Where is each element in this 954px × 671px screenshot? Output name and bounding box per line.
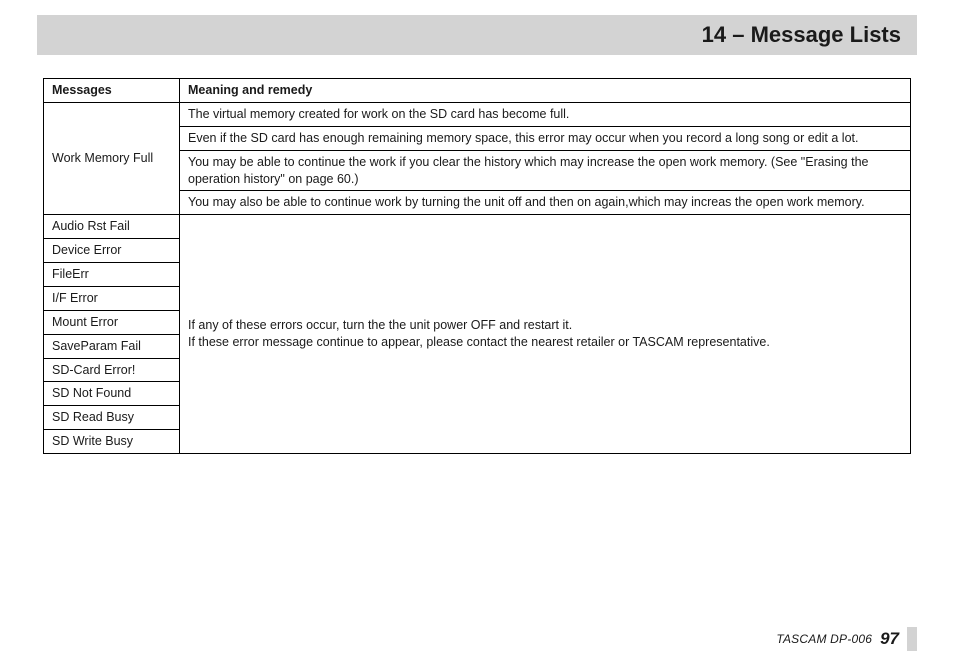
msg-sdcard-error: SD-Card Error! [44,358,180,382]
meaning-group-cell: If any of these errors occur, turn the t… [180,215,911,454]
table-row: Audio Rst Fail If any of these errors oc… [44,215,911,239]
col-header-messages: Messages [44,79,180,103]
msg-audio-rst-fail: Audio Rst Fail [44,215,180,239]
msg-fileerr: FileErr [44,263,180,287]
footer-product-label: TASCAM DP-006 [776,631,872,647]
section-header: 14 – Message Lists [37,15,917,55]
section-title: 14 – Message Lists [702,20,901,50]
meaning-cell: The virtual memory created for work on t… [180,102,911,126]
meaning-cell: You may also be able to continue work by… [180,191,911,215]
msg-work-memory-full: Work Memory Full [44,102,180,214]
footer-page-number: 97 [880,628,899,651]
meaning-line: If these error message continue to appea… [188,334,904,351]
page-footer: TASCAM DP-006 97 [776,627,917,651]
msg-sd-read-busy: SD Read Busy [44,406,180,430]
meaning-line: If any of these errors occur, turn the t… [188,317,904,334]
msg-mount-error: Mount Error [44,310,180,334]
msg-if-error: I/F Error [44,286,180,310]
msg-sd-not-found: SD Not Found [44,382,180,406]
meaning-cell: Even if the SD card has enough remaining… [180,126,911,150]
meaning-cell: You may be able to continue the work if … [180,150,911,191]
msg-saveparam-fail: SaveParam Fail [44,334,180,358]
col-header-meaning: Meaning and remedy [180,79,911,103]
footer-index-tab [907,627,917,651]
msg-device-error: Device Error [44,239,180,263]
message-table-container: Messages Meaning and remedy Work Memory … [43,78,911,454]
page: 14 – Message Lists Messages Meaning and … [0,0,954,671]
table-header-row: Messages Meaning and remedy [44,79,911,103]
message-table: Messages Meaning and remedy Work Memory … [43,78,911,454]
table-row: Work Memory Full The virtual memory crea… [44,102,911,126]
msg-sd-write-busy: SD Write Busy [44,430,180,454]
